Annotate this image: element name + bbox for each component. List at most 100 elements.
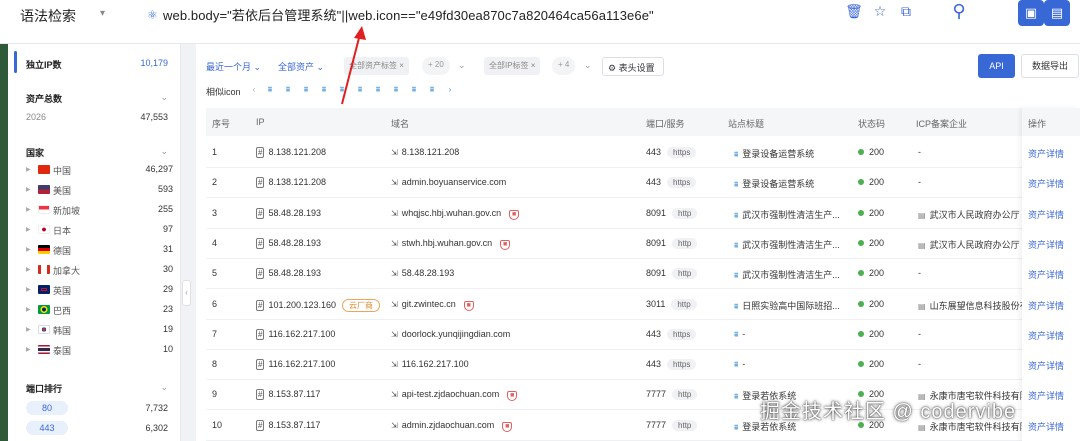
ip-value[interactable]: 58.48.28.193	[268, 268, 321, 278]
chevron-down-icon[interactable]: ▾	[100, 8, 105, 19]
domain-cell[interactable]: ⇲ stwh.hbj.wuhan.gov.cn ■	[391, 238, 511, 250]
chevron-down-icon[interactable]: ⌄	[160, 92, 168, 103]
asset-detail-link[interactable]: 资产详情	[1028, 238, 1064, 251]
country-item[interactable]: ▶ 中国 46,297	[22, 162, 177, 180]
domain-cell[interactable]: ⇲ 58.48.28.193	[391, 268, 454, 278]
asset-detail-link[interactable]: 资产详情	[1028, 389, 1064, 402]
star-icon[interactable]: ☆	[871, 2, 889, 20]
time-filter[interactable]: 最近一个月 ⌄	[206, 60, 261, 73]
asset-detail-link[interactable]: 资产详情	[1028, 359, 1064, 372]
domain-cell[interactable]: ⇲ api-test.zjdaochuan.com ■	[391, 389, 518, 402]
expand-icon[interactable]: ▶	[26, 286, 31, 293]
external-link-icon[interactable]: ⇲	[391, 148, 398, 157]
table-row[interactable]: 8 #116.162.217.100 ⇲ 116.162.217.100 443 http…	[206, 350, 1080, 381]
country-item[interactable]: ▶ 韩国 19	[22, 322, 177, 340]
country-item[interactable]: ▶ 日本 97	[22, 222, 177, 240]
expand-icon[interactable]: ▶	[26, 246, 31, 253]
ip-value[interactable]: 58.48.28.193	[268, 208, 321, 218]
column-header[interactable]: IP	[256, 117, 265, 127]
country-item[interactable]: ▶ 美国 593	[22, 182, 177, 200]
ip-value[interactable]: 101.200.123.160	[268, 300, 336, 310]
chevron-right-icon[interactable]: ›	[444, 85, 456, 95]
port-chip[interactable]: 80	[26, 401, 68, 415]
expand-icon[interactable]: ▶	[26, 186, 31, 193]
ip-cell[interactable]: #116.162.217.100	[256, 328, 335, 340]
domain-value[interactable]: 58.48.28.193	[402, 268, 455, 278]
asset-tag-count[interactable]: + 20	[422, 57, 450, 75]
asset-tag-select[interactable]: 全部资产标签 ×	[344, 57, 409, 75]
ip-value[interactable]: 8.138.121.208	[268, 177, 326, 187]
table-row[interactable]: 4 #58.48.28.193 ⇲ stwh.hbj.wuhan.gov.cn ■ 809…	[206, 229, 1080, 259]
asset-detail-link[interactable]: 资产详情	[1028, 420, 1064, 433]
export-button[interactable]: 数据导出	[1021, 54, 1079, 78]
domain-value[interactable]: whqjsc.hbj.wuhan.gov.cn	[402, 208, 501, 218]
chevron-down-icon[interactable]: ⌄	[584, 60, 592, 71]
asset-detail-link[interactable]: 资产详情	[1028, 329, 1064, 342]
copy-icon[interactable]: ⧉	[897, 2, 915, 20]
column-header[interactable]: ICP备案企业	[916, 117, 967, 130]
domain-value[interactable]: 116.162.217.100	[402, 359, 469, 369]
ip-cell[interactable]: #58.48.28.193	[256, 237, 321, 249]
domain-value[interactable]: git.zwintec.cn	[402, 299, 456, 309]
favicon-icon[interactable]: ⩩	[390, 85, 402, 95]
expand-icon[interactable]: ▶	[26, 326, 31, 333]
ip-value[interactable]: 58.48.28.193	[268, 238, 321, 248]
ip-value[interactable]: 8.138.121.208	[268, 147, 326, 157]
domain-value[interactable]: stwh.hbj.wuhan.gov.cn	[402, 238, 492, 248]
asset-detail-link[interactable]: 资产详情	[1028, 268, 1064, 281]
expand-icon[interactable]: ▶	[26, 306, 31, 313]
table-row[interactable]: 5 #58.48.28.193 ⇲ 58.48.28.193 8091 http ⩩ 武汉市强…	[206, 259, 1080, 290]
favicon-icon[interactable]: ⩩	[354, 85, 366, 95]
search-mode-label[interactable]: 语法检索	[20, 6, 76, 26]
ip-value[interactable]: 8.153.87.117	[268, 389, 320, 399]
expand-icon[interactable]: ▶	[26, 346, 31, 353]
expand-icon[interactable]: ▶	[26, 206, 31, 213]
delete-icon[interactable]: 🗑	[845, 2, 863, 20]
ip-value[interactable]: 116.162.217.100	[268, 329, 335, 339]
query-input[interactable]: web.body="若依后台管理系统"||web.icon=="e49fd30e…	[163, 5, 654, 24]
domain-cell[interactable]: ⇲ 116.162.217.100	[391, 359, 469, 369]
document-icon[interactable]: ▤	[1044, 0, 1070, 26]
external-link-icon[interactable]: ⇲	[391, 360, 398, 369]
column-header[interactable]: 状态码	[858, 117, 885, 130]
table-row[interactable]: 2 #8.138.121.208 ⇲ admin.boyuanservice.com 4…	[206, 168, 1080, 199]
asset-detail-link[interactable]: 资产详情	[1028, 299, 1064, 312]
ip-cell[interactable]: #8.153.87.117	[256, 419, 320, 431]
domain-value[interactable]: api-test.zjdaochuan.com	[402, 389, 500, 399]
expand-icon[interactable]: ▶	[26, 266, 31, 273]
domain-value[interactable]: admin.zjdaochuan.com	[402, 420, 495, 430]
favicon-icon[interactable]: ⩩	[300, 85, 312, 95]
ip-cell[interactable]: #58.48.28.193	[256, 207, 321, 219]
domain-value[interactable]: admin.boyuanservice.com	[402, 177, 507, 187]
external-link-icon[interactable]: ⇲	[391, 239, 398, 248]
external-link-icon[interactable]: ⇲	[391, 178, 398, 187]
ip-cell[interactable]: #8.138.121.208	[256, 177, 326, 189]
domain-cell[interactable]: ⇲ whqjsc.hbj.wuhan.gov.cn ■	[391, 208, 520, 220]
expand-icon[interactable]: ▶	[26, 226, 31, 233]
unique-ip-label[interactable]: 独立IP数	[26, 58, 62, 71]
chevron-down-icon[interactable]: ⌄	[160, 146, 168, 157]
table-row[interactable]: 3 #58.48.28.193 ⇲ whqjsc.hbj.wuhan.gov.cn ■ 8…	[206, 199, 1080, 229]
domain-cell[interactable]: ⇲ git.zwintec.cn ■	[391, 299, 474, 311]
column-header[interactable]: 域名	[391, 117, 409, 130]
favicon-icon[interactable]: ⩩	[372, 85, 384, 95]
domain-cell[interactable]: ⇲ admin.boyuanservice.com	[391, 177, 506, 187]
country-item[interactable]: ▶ 英国 29	[22, 282, 177, 300]
country-item[interactable]: ▶ 泰国 10	[22, 342, 177, 360]
country-item[interactable]: ▶ 巴西 23	[22, 302, 177, 320]
column-settings-button[interactable]: ⚙ 表头设置	[602, 57, 664, 76]
table-row[interactable]: 1 #8.138.121.208 ⇲ 8.138.121.208 443 https ⩩ 登录…	[206, 138, 1080, 168]
domain-cell[interactable]: ⇲ doorlock.yunqijingdian.com	[391, 329, 510, 339]
ip-cell[interactable]: #8.138.121.208	[256, 147, 326, 158]
chevron-down-icon[interactable]: ⌄	[160, 382, 168, 393]
asset-detail-link[interactable]: 资产详情	[1028, 147, 1064, 160]
ip-value[interactable]: 8.153.87.117	[268, 420, 320, 430]
domain-value[interactable]: 8.138.121.208	[402, 147, 460, 157]
favicon-icon[interactable]: ⩩	[336, 85, 348, 95]
ip-cell[interactable]: #101.200.123.160 云厂商	[256, 298, 381, 312]
chevron-down-icon[interactable]: ⌄	[458, 60, 466, 71]
ip-cell[interactable]: #116.162.217.100	[256, 359, 335, 371]
domain-value[interactable]: doorlock.yunqijingdian.com	[402, 329, 511, 339]
domain-cell[interactable]: ⇲ admin.zjdaochuan.com ■	[391, 420, 513, 432]
user-card-icon[interactable]: ▣	[1018, 0, 1044, 26]
